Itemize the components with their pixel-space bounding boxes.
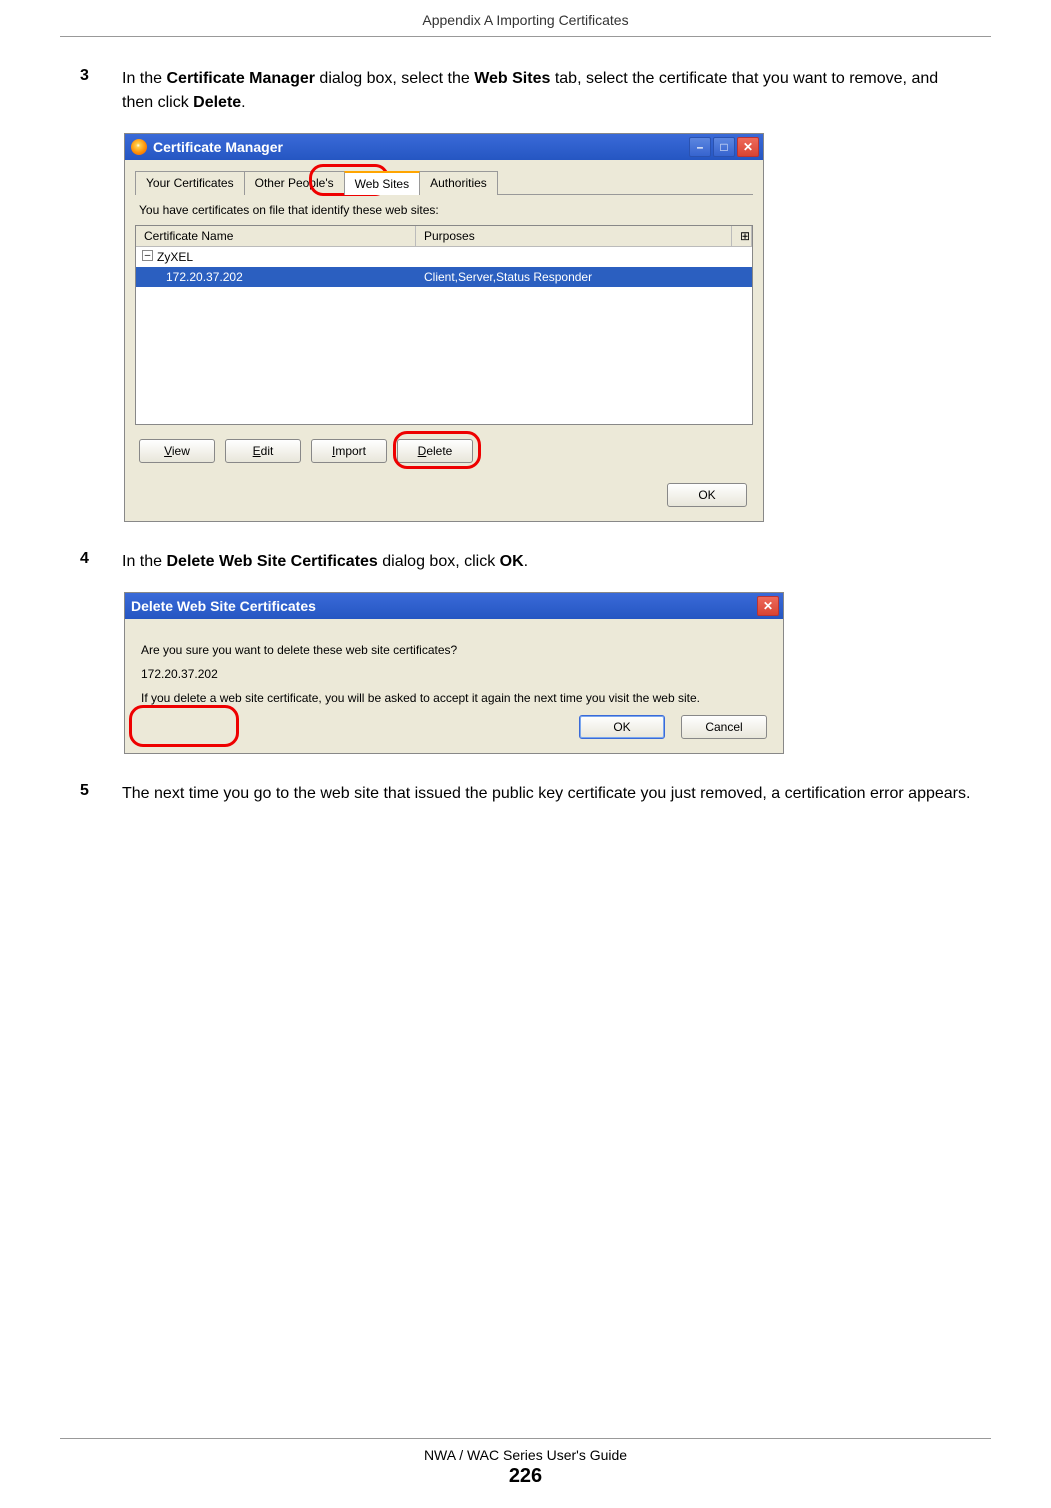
titlebar[interactable]: Delete Web Site Certificates ✕ (125, 593, 783, 619)
tabs-row: Your Certificates Other People's Web Sit… (135, 170, 753, 195)
tab-your-certificates[interactable]: Your Certificates (135, 171, 245, 195)
cert-name-cell: 172.20.37.202 (136, 267, 416, 287)
page-header: Appendix A Importing Certificates (60, 0, 991, 37)
cancel-button[interactable]: Cancel (681, 715, 767, 739)
list-header: Certificate Name Purposes ⊞ (136, 226, 752, 247)
firefox-icon (131, 139, 147, 155)
certificate-group[interactable]: – ZyXEL (136, 247, 752, 267)
group-label: ZyXEL (157, 250, 193, 264)
tab-authorities[interactable]: Authorities (419, 171, 498, 195)
actions-row: View Edit Import Delete (139, 439, 749, 463)
confirm-warning: If you delete a web site certificate, yo… (141, 691, 767, 705)
highlight-ok-button (129, 705, 239, 747)
page-footer: NWA / WAC Series User's Guide 226 (60, 1438, 991, 1488)
column-purposes[interactable]: Purposes (416, 226, 732, 246)
collapse-icon[interactable]: – (142, 250, 153, 261)
confirm-item: 172.20.37.202 (141, 667, 767, 681)
page-content: 3 In the Certificate Manager dialog box,… (0, 37, 1051, 806)
window-title: Delete Web Site Certificates (131, 598, 316, 614)
ok-button[interactable]: OK (579, 715, 665, 739)
minimize-button[interactable]: – (689, 137, 711, 157)
step-text: In the Delete Web Site Certificates dial… (122, 550, 528, 574)
dialog-buttons: OK Cancel (141, 715, 767, 739)
confirm-question: Are you sure you want to delete these we… (141, 643, 767, 657)
window-title: Certificate Manager (153, 139, 283, 155)
step-number: 5 (80, 782, 98, 806)
delete-button[interactable]: Delete (397, 439, 473, 463)
maximize-button[interactable]: □ (713, 137, 735, 157)
step-4: 4 In the Delete Web Site Certificates di… (80, 550, 971, 574)
step-number: 3 (80, 67, 98, 115)
column-certificate-name[interactable]: Certificate Name (136, 226, 416, 246)
certificate-manager-window: Certificate Manager – □ ✕ Your Certifica… (124, 133, 764, 522)
delete-confirm-window: Delete Web Site Certificates ✕ Are you s… (124, 592, 784, 754)
ok-button[interactable]: OK (667, 483, 747, 507)
import-button[interactable]: Import (311, 439, 387, 463)
step-text: The next time you go to the web site tha… (122, 782, 970, 806)
window-controls: ✕ (757, 596, 779, 616)
edit-button[interactable]: Edit (225, 439, 301, 463)
tab-other-peoples[interactable]: Other People's (244, 171, 345, 195)
titlebar[interactable]: Certificate Manager – □ ✕ (125, 134, 763, 160)
tab-description: You have certificates on file that ident… (139, 203, 749, 217)
certificate-list[interactable]: Certificate Name Purposes ⊞ – ZyXEL 172.… (135, 225, 753, 425)
step-5: 5 The next time you go to the web site t… (80, 782, 971, 806)
appendix-title: Appendix A Importing Certificates (422, 12, 628, 28)
close-button[interactable]: ✕ (757, 596, 779, 616)
tab-web-sites[interactable]: Web Sites (344, 171, 420, 195)
close-button[interactable]: ✕ (737, 137, 759, 157)
dialog-footer: OK (141, 483, 747, 507)
step-3: 3 In the Certificate Manager dialog box,… (80, 67, 971, 115)
step-text: In the Certificate Manager dialog box, s… (122, 67, 971, 115)
cert-purpose-cell: Client,Server,Status Responder (416, 267, 752, 287)
view-button[interactable]: View (139, 439, 215, 463)
step-number: 4 (80, 550, 98, 574)
certificate-row-selected[interactable]: 172.20.37.202 Client,Server,Status Respo… (136, 267, 752, 287)
page-number: 226 (60, 1465, 991, 1488)
window-controls: – □ ✕ (689, 137, 759, 157)
column-resizer-icon[interactable]: ⊞ (732, 226, 752, 246)
guide-title: NWA / WAC Series User's Guide (60, 1447, 991, 1463)
